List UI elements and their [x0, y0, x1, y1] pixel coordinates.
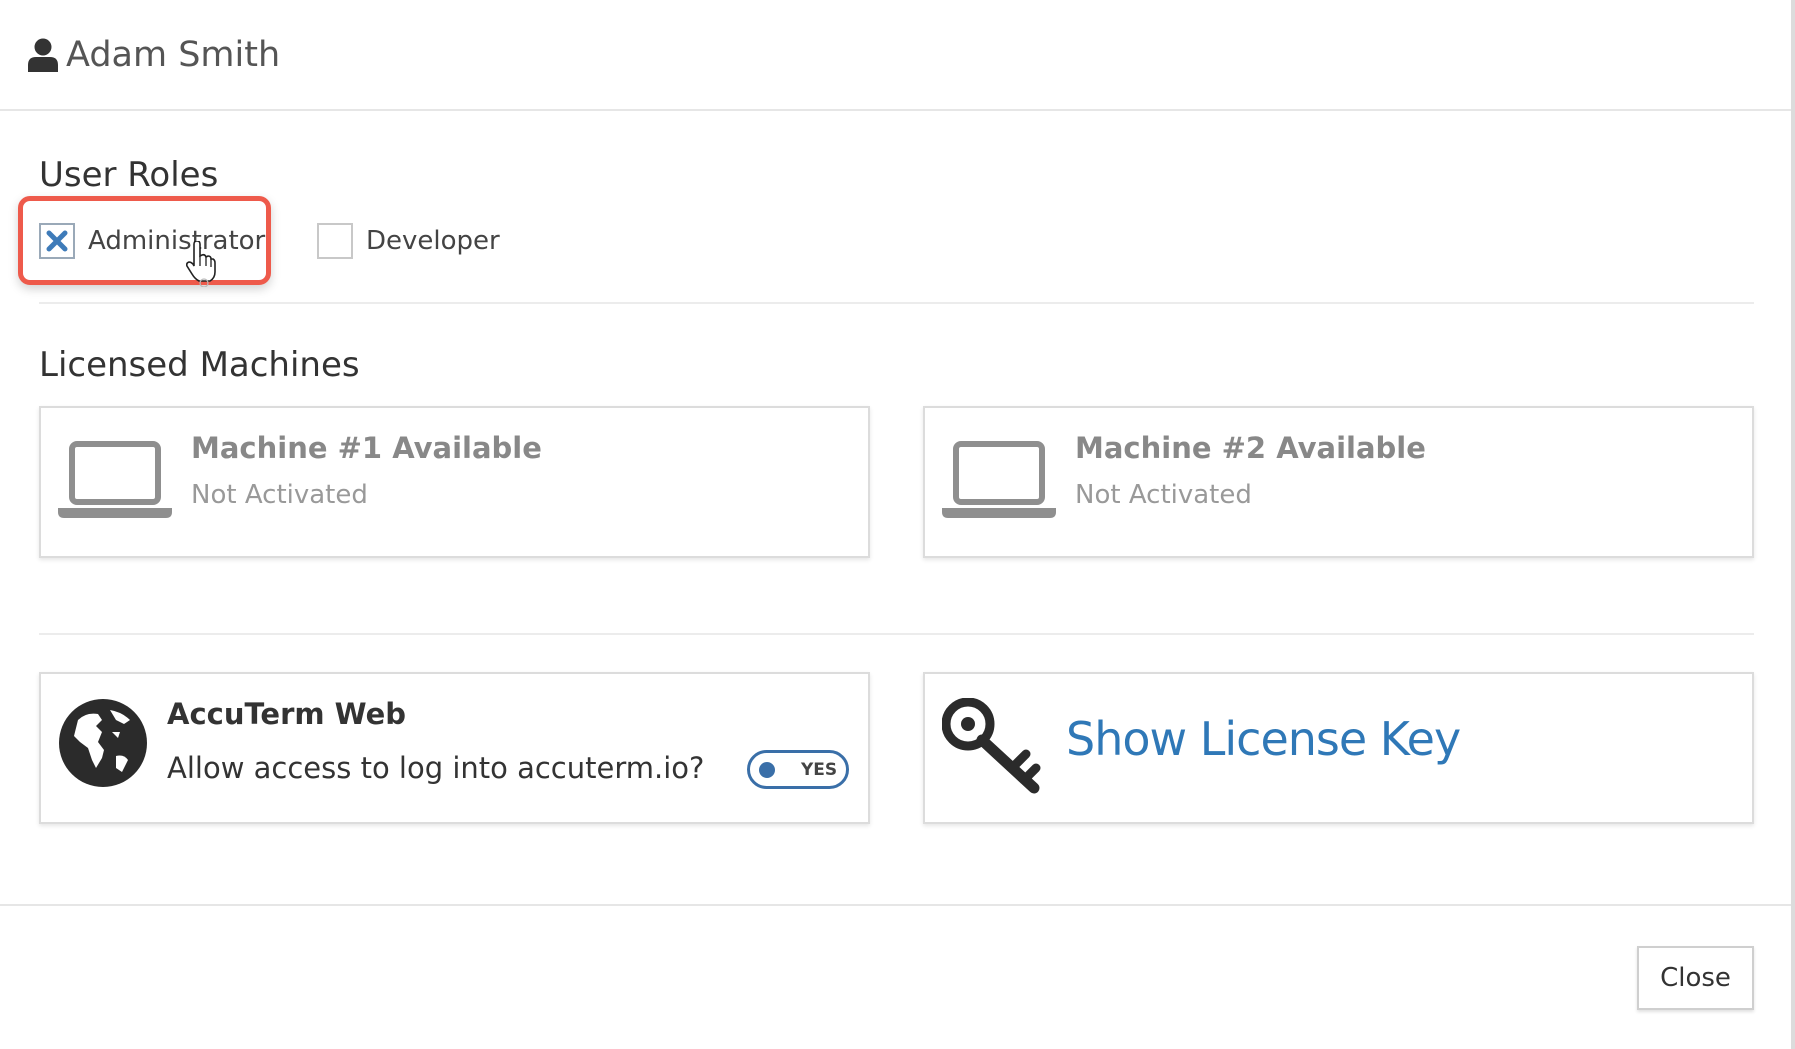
user-roles-heading: User Roles — [39, 155, 219, 195]
machine-card-2: Machine #2 Available Not Activated — [923, 406, 1754, 558]
globe-icon — [59, 699, 147, 787]
hand-cursor-icon — [186, 241, 216, 287]
key-icon — [942, 698, 1041, 794]
machine-2-status: Not Activated — [1075, 480, 1252, 510]
close-button[interactable]: Close — [1637, 946, 1754, 1010]
user-icon — [28, 38, 58, 72]
developer-label[interactable]: Developer — [366, 223, 500, 259]
toggle-knob — [759, 762, 775, 778]
developer-checkbox[interactable] — [317, 223, 353, 259]
machine-1-name: Machine #1 Available — [191, 431, 542, 465]
checkmark-x-icon — [46, 230, 68, 252]
accuterm-web-description: Allow access to log into accuterm.io? — [167, 751, 705, 785]
machine-card-1: Machine #1 Available Not Activated — [39, 406, 870, 558]
machine-1-status: Not Activated — [191, 480, 368, 510]
dialog-title: Adam Smith — [66, 35, 281, 75]
footer-divider — [0, 904, 1791, 906]
licensed-machines-heading: Licensed Machines — [39, 345, 360, 385]
laptop-icon — [58, 441, 172, 518]
section-divider — [39, 302, 1754, 304]
accuterm-web-card: AccuTerm Web Allow access to log into ac… — [39, 672, 870, 824]
show-license-key-link[interactable]: Show License Key — [1066, 708, 1461, 770]
toggle-label: YES — [801, 760, 838, 780]
administrator-label[interactable]: Administrator — [88, 223, 265, 259]
administrator-checkbox[interactable] — [39, 223, 75, 259]
web-access-toggle[interactable]: YES — [747, 750, 849, 789]
accuterm-web-title: AccuTerm Web — [167, 697, 407, 731]
machine-2-name: Machine #2 Available — [1075, 431, 1426, 465]
user-details-dialog: Adam Smith User Roles Administrator Deve… — [0, 0, 1795, 1049]
scrollbar-edge — [1791, 0, 1795, 1049]
section-divider — [39, 633, 1754, 635]
dialog-header: Adam Smith — [0, 0, 1791, 111]
laptop-icon — [942, 441, 1056, 518]
